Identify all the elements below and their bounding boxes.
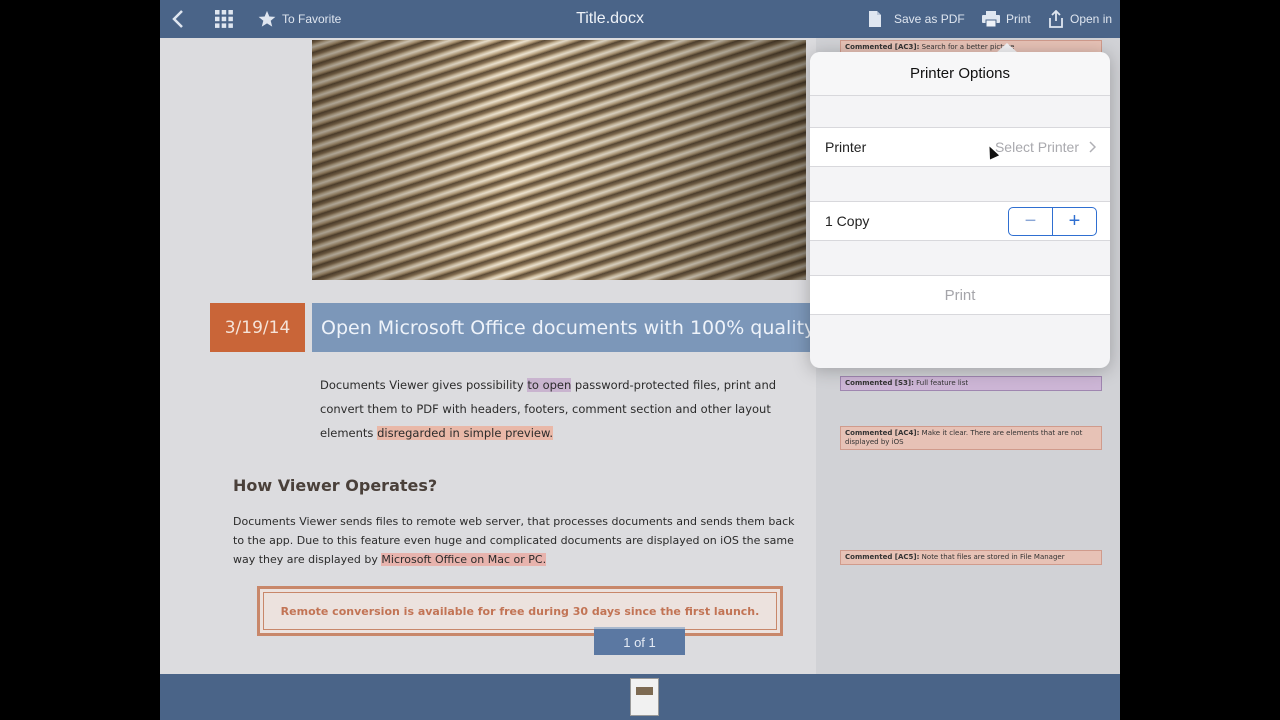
- comment-ac5[interactable]: Commented [AC5]: Note that files are sto…: [840, 550, 1102, 565]
- operates-paragraph: Documents Viewer sends files to remote w…: [233, 512, 808, 569]
- page-indicator: 1 of 1: [594, 627, 685, 655]
- comment-text: Full feature list: [916, 379, 969, 387]
- share-icon: [1049, 10, 1063, 28]
- popover-title: Printer Options: [810, 52, 1110, 96]
- comment-ac4[interactable]: Commented [AC4]: Make it clear. There ar…: [840, 426, 1102, 450]
- note-box: Remote conversion is available for free …: [257, 586, 783, 636]
- highlight-comment-s3[interactable]: to open: [527, 378, 572, 392]
- highlight-comment-ac5[interactable]: Microsoft Office on Mac or PC.: [381, 553, 547, 566]
- copies-stepper[interactable]: − +: [1008, 207, 1097, 236]
- printer-label: Printer: [825, 139, 867, 155]
- print-button[interactable]: Print: [982, 0, 1031, 38]
- chevron-right-icon: [1089, 141, 1096, 153]
- select-printer-text: Select Printer: [994, 139, 1079, 155]
- document-page[interactable]: 3/19/14 Open Microsoft Office documents …: [160, 38, 816, 674]
- subheading: How Viewer Operates?: [233, 476, 438, 495]
- text-run: Documents Viewer gives possibility: [320, 378, 528, 392]
- printer-select-row[interactable]: Printer Select Printer: [810, 127, 1110, 167]
- comment-tag: Commented [AC5]:: [845, 553, 920, 561]
- comment-s3[interactable]: Commented [S3]: Full feature list: [840, 376, 1102, 391]
- print-label: Print: [1006, 12, 1031, 26]
- comment-tag: Commented [AC4]:: [845, 429, 920, 437]
- print-confirm-button[interactable]: Print: [810, 275, 1110, 315]
- date-box: 3/19/14: [210, 303, 305, 352]
- page-thumbnail[interactable]: [630, 678, 659, 716]
- save-as-pdf-label: Save as PDF: [894, 12, 965, 26]
- printer-icon: [982, 11, 1000, 27]
- intro-paragraph: Documents Viewer gives possibility to op…: [320, 373, 790, 445]
- save-as-pdf-button[interactable]: Save as PDF: [868, 0, 965, 38]
- bottom-toolbar: [160, 674, 1120, 720]
- printer-options-popover: Printer Options Printer Select Printer 1…: [810, 52, 1110, 368]
- top-toolbar: To Favorite Title.docx Save as PDF Print…: [160, 0, 1120, 38]
- open-in-button[interactable]: Open in: [1048, 0, 1112, 38]
- open-in-label: Open in: [1070, 12, 1113, 26]
- note-text: Remote conversion is available for free …: [263, 592, 777, 630]
- thumbnail-image: [636, 687, 653, 695]
- document-image: [312, 40, 806, 280]
- copies-label: 1 Copy: [825, 213, 870, 229]
- copies-row: 1 Copy − +: [810, 201, 1110, 241]
- comment-tag: Commented [AC3]:: [845, 43, 920, 51]
- comment-tag: Commented [S3]:: [845, 379, 914, 387]
- highlight-comment-ac4[interactable]: disregarded in simple preview.: [377, 426, 554, 440]
- decrement-button[interactable]: −: [1009, 208, 1053, 235]
- pdf-file-icon: [869, 11, 881, 27]
- comment-text: Note that files are stored in File Manag…: [921, 553, 1065, 561]
- increment-button[interactable]: +: [1053, 208, 1096, 235]
- section-heading: Open Microsoft Office documents with 100…: [312, 303, 812, 352]
- select-printer-value[interactable]: Select Printer: [995, 139, 1096, 155]
- app-screen: To Favorite Title.docx Save as PDF Print…: [160, 0, 1120, 720]
